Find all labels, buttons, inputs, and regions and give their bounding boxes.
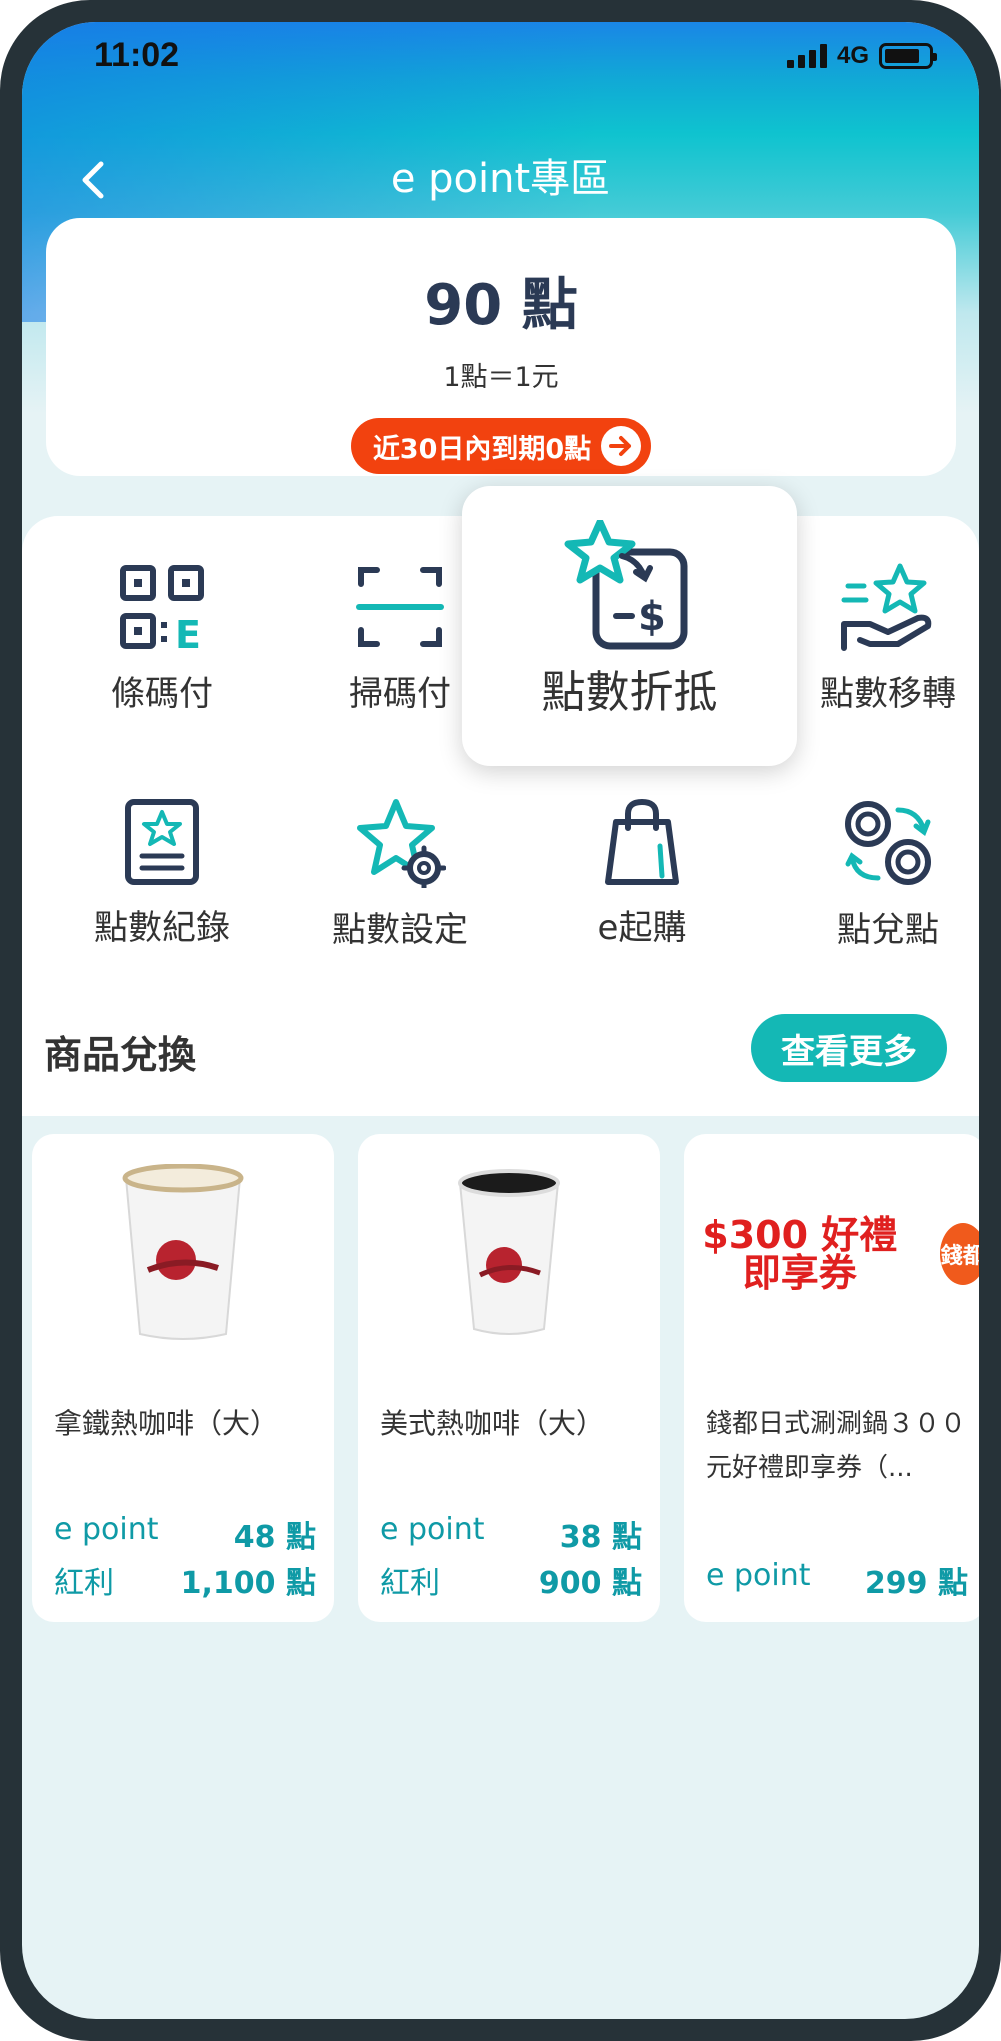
expiry-notice-label: 近30日內到期0點	[372, 433, 592, 465]
brand-logo: 錢都	[939, 1223, 979, 1285]
battery-icon	[879, 43, 937, 69]
scan-pay-icon	[356, 567, 444, 647]
arrow-right-icon	[601, 426, 642, 466]
product-card-voucher[interactable]: $300 好禮即享券 錢都 錢都日式涮涮鍋３００元好禮即享券（... e poi…	[684, 1134, 979, 1622]
menu-item-points-exchange[interactable]: 點兌點	[778, 798, 979, 951]
price-value: 48 點	[233, 1520, 316, 1555]
points-transfer-icon	[841, 563, 932, 651]
price-value: 900 點	[538, 1566, 642, 1601]
shopping-bag-icon	[605, 798, 679, 885]
menu-item-points-discount[interactable]: $ 點數折抵	[462, 486, 797, 766]
price-row-epoint: e point 48 點	[54, 1512, 316, 1556]
price-value: 299 點	[864, 1566, 968, 1601]
americano-cup-image	[358, 1154, 660, 1354]
phone-frame: 11:02 4G e point專區 90 點 1點＝1元 近30日內到期0點	[0, 0, 1001, 2041]
price-row-epoint: e point 299 點	[706, 1558, 968, 1602]
view-more-button[interactable]: 查看更多	[751, 1014, 947, 1082]
menu-label-points-exchange: 點兌點	[837, 910, 939, 950]
points-exchange-icon	[845, 801, 931, 885]
status-time: 11:02	[94, 36, 180, 74]
price-row-bonus: 紅利 1,100 點	[54, 1558, 316, 1602]
signal-icon	[786, 44, 827, 68]
price-type: e point	[380, 1512, 485, 1547]
svg-text:E: E	[175, 613, 201, 652]
points-balance: 90 點	[424, 273, 578, 338]
product-name: 錢都日式涮涮鍋３００元好禮即享券（...	[706, 1409, 967, 1483]
barcode-pay-icon: E	[120, 565, 204, 652]
status-bar: 11:02 4G	[22, 22, 979, 112]
points-balance-card: 90 點 1點＝1元 近30日內到期0點	[46, 218, 956, 476]
product-name: 美式熱咖啡（大）	[380, 1407, 605, 1440]
menu-label-points-record: 點數紀錄	[94, 908, 230, 948]
price-type: 紅利	[54, 1566, 114, 1601]
points-settings-icon	[357, 799, 446, 888]
points-record-icon	[125, 799, 199, 885]
price-type: e point	[706, 1558, 811, 1593]
redeem-section-header: 商品兌換 查看更多	[22, 1002, 979, 1112]
price-row-bonus: 紅利 900 點	[380, 1558, 642, 1602]
product-list: 拿鐵熱咖啡（大） e point 48 點 紅利 1,100 點 美式熱咖啡（大…	[32, 1134, 979, 1634]
product-name: 拿鐵熱咖啡（大）	[54, 1407, 279, 1440]
network-type: 4G	[836, 42, 869, 69]
menu-item-barcode-pay[interactable]: E 條碼付	[52, 562, 272, 715]
points-discount-icon: $	[564, 520, 687, 650]
menu-label-points-settings: 點數設定	[332, 910, 468, 950]
price-value: 1,100 點	[180, 1566, 316, 1601]
voucher-amount: $300 好禮即享券	[702, 1213, 898, 1295]
price-row-epoint: e point 38 點	[380, 1512, 642, 1556]
price-type: e point	[54, 1512, 159, 1547]
app-screen: 11:02 4G e point專區 90 點 1點＝1元 近30日內到期0點	[22, 22, 979, 2019]
status-indicators: 4G	[786, 42, 937, 70]
menu-label-e-shopping: e起購	[597, 908, 687, 948]
nav-bar: e point專區	[22, 132, 979, 222]
svg-text:$: $	[638, 594, 666, 640]
menu-label-barcode-pay: 條碼付	[111, 674, 213, 714]
menu-item-points-record[interactable]: 點數紀錄	[52, 798, 272, 949]
menu-label-points-transfer: 點數移轉	[820, 674, 956, 714]
page-title: e point專區	[390, 156, 611, 202]
voucher-image: $300 好禮即享券 錢都	[684, 1154, 979, 1354]
section-title: 商品兌換	[44, 1033, 197, 1077]
points-rate: 1點＝1元	[443, 362, 559, 393]
product-card-latte[interactable]: 拿鐵熱咖啡（大） e point 48 點 紅利 1,100 點	[32, 1134, 334, 1622]
menu-item-points-settings[interactable]: 點數設定	[290, 798, 510, 951]
menu-item-points-transfer[interactable]: 點數移轉	[778, 562, 979, 715]
menu-label-points-discount: 點數折抵	[541, 667, 718, 718]
menu-item-e-shopping[interactable]: e起購	[532, 798, 752, 949]
expiry-notice-button[interactable]: 近30日內到期0點	[350, 418, 652, 474]
price-value: 38 點	[559, 1520, 642, 1555]
latte-cup-image	[32, 1154, 334, 1354]
price-type: 紅利	[380, 1566, 440, 1601]
product-card-americano[interactable]: 美式熱咖啡（大） e point 38 點 紅利 900 點	[358, 1134, 660, 1622]
